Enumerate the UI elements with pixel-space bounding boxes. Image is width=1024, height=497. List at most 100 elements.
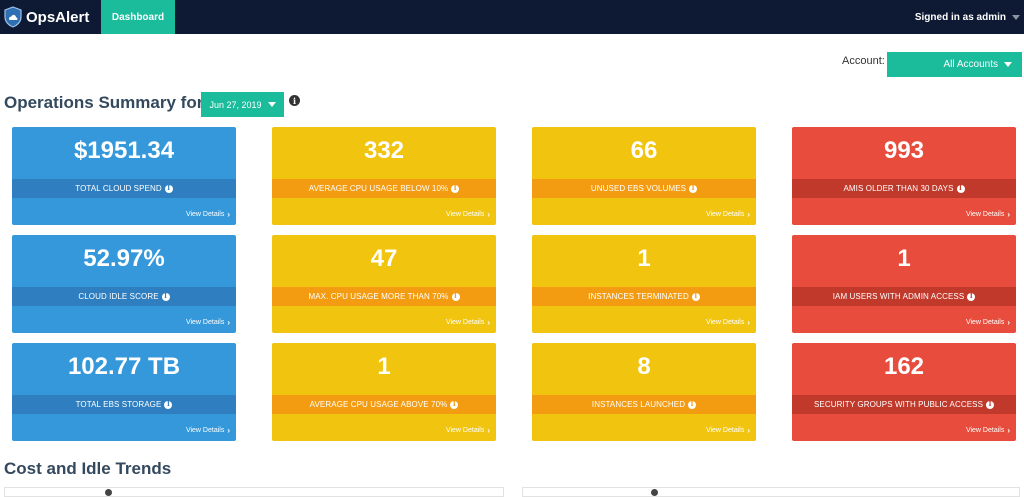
metric-label: MAX. CPU USAGE MORE THAN 70% — [308, 292, 449, 301]
chevron-right-icon: › — [227, 210, 230, 219]
view-details-label: View Details — [965, 427, 1005, 434]
metric-value: 162 — [883, 353, 925, 380]
metric-value: 47 — [370, 245, 398, 272]
chart-handle-icon — [651, 489, 658, 496]
view-details-link[interactable]: View Details › — [446, 210, 490, 219]
metric-label: INSTANCES TERMINATED — [588, 292, 689, 301]
view-details-link[interactable]: View Details › — [446, 426, 490, 435]
page-title: Operations Summary for — [4, 93, 204, 112]
view-details-link[interactable]: View Details › — [446, 318, 490, 327]
chevron-right-icon: › — [1007, 318, 1010, 327]
chevron-right-icon: › — [227, 318, 230, 327]
chevron-right-icon: › — [1007, 210, 1010, 219]
tab-dashboard[interactable]: Dashboard — [101, 0, 175, 34]
metric-label-bar: AMIS OLDER THAN 30 DAYS i — [792, 179, 1016, 198]
chevron-right-icon: › — [747, 426, 750, 435]
view-details-label: View Details — [445, 211, 485, 218]
view-details-label: View Details — [185, 427, 225, 434]
view-details-link[interactable]: View Details › — [706, 426, 750, 435]
user-label: Signed in as admin — [914, 11, 1006, 23]
metric-label-bar: TOTAL CLOUD SPEND i — [12, 179, 236, 198]
metric-card: 1 INSTANCES TERMINATED i View Details › — [532, 235, 756, 333]
metric-card: $1951.34 TOTAL CLOUD SPEND i View Details › — [12, 127, 236, 225]
view-details-link[interactable]: View Details › — [966, 210, 1010, 219]
info-icon[interactable]: i — [161, 292, 170, 301]
account-selected-value: All Accounts — [943, 59, 998, 70]
metric-label: SECURITY GROUPS WITH PUBLIC ACCESS — [813, 400, 984, 409]
date-select[interactable]: Jun 27, 2019 — [201, 92, 284, 117]
metric-value: 8 — [637, 353, 651, 380]
account-label: Account: — [842, 55, 885, 67]
chevron-right-icon: › — [487, 210, 490, 219]
info-icon[interactable]: i — [688, 400, 697, 409]
metric-label: AMIS OLDER THAN 30 DAYS — [843, 184, 954, 193]
metric-label-bar: IAM USERS WITH ADMIN ACCESS i — [792, 287, 1016, 306]
view-details-label: View Details — [705, 211, 745, 218]
user-menu[interactable]: Signed in as admin — [915, 0, 1020, 34]
metric-label-bar: SECURITY GROUPS WITH PUBLIC ACCESS i — [792, 395, 1016, 414]
view-details-link[interactable]: View Details › — [966, 318, 1010, 327]
info-icon[interactable]: i — [450, 400, 459, 409]
info-icon[interactable]: i — [967, 292, 976, 301]
metric-label: IAM USERS WITH ADMIN ACCESS — [832, 292, 965, 301]
view-details-link[interactable]: View Details › — [186, 210, 230, 219]
shield-cloud-icon — [4, 6, 22, 28]
chart-handle-icon — [105, 489, 112, 496]
metric-card: 1 IAM USERS WITH ADMIN ACCESS i View Detail… — [792, 235, 1016, 333]
date-selected-value: Jun 27, 2019 — [209, 99, 262, 110]
metric-label: INSTANCES LAUNCHED — [591, 400, 686, 409]
metric-label-bar: CLOUD IDLE SCORE i — [12, 287, 236, 306]
metric-label-bar: AVERAGE CPU USAGE BELOW 10% i — [272, 179, 496, 198]
metric-label-bar: INSTANCES LAUNCHED i — [532, 395, 756, 414]
brand[interactable]: OpsAlert — [4, 5, 89, 29]
section-title-trends: Cost and Idle Trends — [4, 459, 172, 478]
metric-value: 66 — [630, 137, 658, 164]
metric-label: AVERAGE CPU USAGE BELOW 10% — [308, 184, 449, 193]
view-details-link[interactable]: View Details › — [706, 210, 750, 219]
metric-label: TOTAL EBS STORAGE — [75, 400, 162, 409]
info-icon[interactable]: i — [451, 184, 460, 193]
metric-label: TOTAL CLOUD SPEND — [75, 184, 162, 193]
metric-card: 332 AVERAGE CPU USAGE BELOW 10% i View Deta… — [272, 127, 496, 225]
chevron-right-icon: › — [227, 426, 230, 435]
info-icon[interactable]: i — [164, 184, 173, 193]
idle-trend-panel — [522, 487, 1020, 497]
info-icon[interactable]: i — [289, 95, 300, 106]
metric-value: 52.97% — [83, 245, 165, 272]
metric-label-bar: INSTANCES TERMINATED i — [532, 287, 756, 306]
metric-card: 993 AMIS OLDER THAN 30 DAYS i View Details › — [792, 127, 1016, 225]
chevron-right-icon: › — [487, 318, 490, 327]
info-icon[interactable]: i — [451, 292, 460, 301]
account-select[interactable]: All Accounts — [887, 52, 1022, 77]
metric-card: 66 UNUSED EBS VOLUMES i View Details › — [532, 127, 756, 225]
info-icon[interactable]: i — [956, 184, 965, 193]
metric-label: CLOUD IDLE SCORE — [78, 292, 159, 301]
cost-trend-panel — [4, 487, 504, 497]
view-details-label: View Details — [965, 211, 1005, 218]
metric-label-bar: AVERAGE CPU USAGE ABOVE 70% i — [272, 395, 496, 414]
chevron-right-icon: › — [487, 426, 490, 435]
caret-down-icon — [1012, 14, 1020, 20]
view-details-link[interactable]: View Details › — [966, 426, 1010, 435]
info-icon[interactable]: i — [689, 184, 698, 193]
view-details-label: View Details — [705, 427, 745, 434]
metric-label-bar: MAX. CPU USAGE MORE THAN 70% i — [272, 287, 496, 306]
metric-label: AVERAGE CPU USAGE ABOVE 70% — [309, 400, 448, 409]
info-icon[interactable]: i — [986, 400, 995, 409]
metric-value: 102.77 TB — [67, 353, 181, 380]
metric-card: 47 MAX. CPU USAGE MORE THAN 70% i View Deta… — [272, 235, 496, 333]
view-details-link[interactable]: View Details › — [186, 318, 230, 327]
info-icon[interactable]: i — [691, 292, 700, 301]
chevron-right-icon: › — [747, 210, 750, 219]
view-details-link[interactable]: View Details › — [706, 318, 750, 327]
app-name: OpsAlert — [26, 8, 90, 26]
chevron-right-icon: › — [1007, 426, 1010, 435]
metric-value: 332 — [363, 137, 405, 164]
metric-value: $1951.34 — [73, 137, 175, 164]
metric-value: 993 — [883, 137, 925, 164]
info-icon[interactable]: i — [164, 400, 173, 409]
view-details-link[interactable]: View Details › — [186, 426, 230, 435]
view-details-label: View Details — [705, 319, 745, 326]
view-details-label: View Details — [185, 211, 225, 218]
view-details-label: View Details — [445, 319, 485, 326]
